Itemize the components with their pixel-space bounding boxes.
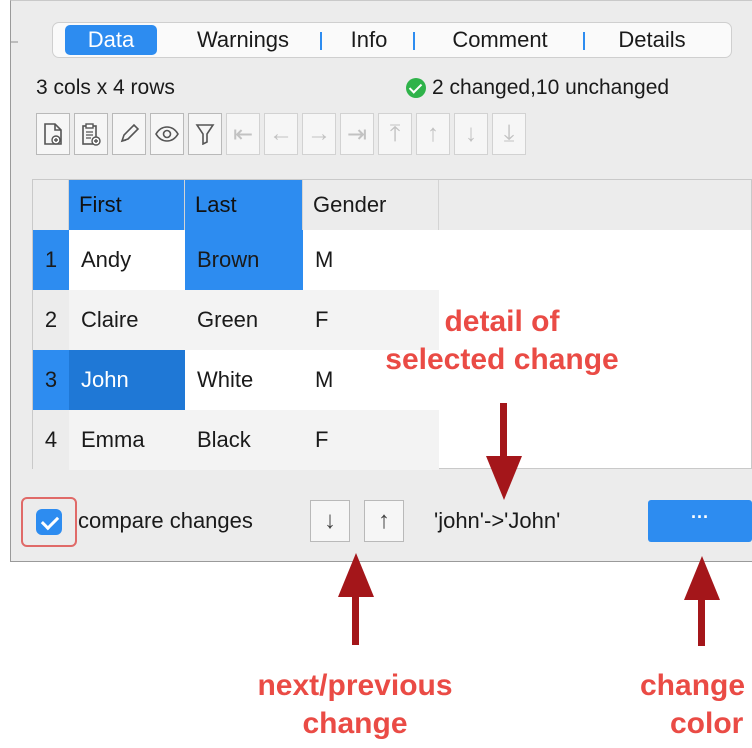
annotation-arrowhead	[684, 556, 720, 600]
change-detail: 'john'->'John'	[434, 508, 561, 533]
arrow-up-icon: ↑	[378, 507, 390, 534]
move-to-top-icon[interactable]: ⤒	[378, 113, 412, 155]
column-header-gender[interactable]: Gender	[303, 180, 439, 230]
arrow-down-icon: ↓	[324, 507, 336, 534]
row-number[interactable]: 2	[33, 290, 69, 350]
table-cell[interactable]: Green	[185, 290, 303, 350]
move-down-icon[interactable]: ↓	[454, 113, 488, 155]
move-left-icon[interactable]: ←	[264, 113, 298, 155]
compare-changes-label[interactable]: compare changes	[78, 508, 253, 534]
tab-details[interactable]: Details	[597, 25, 707, 55]
row-number[interactable]: 1	[33, 230, 69, 290]
annotation-arrowhead	[338, 553, 374, 597]
annotation-text: detail of	[444, 305, 560, 338]
new-document-icon[interactable]	[36, 113, 70, 155]
previous-change-button[interactable]: ↑	[364, 500, 404, 542]
move-to-last-column-icon[interactable]: ⇥	[340, 113, 374, 155]
annotation-text: color	[670, 707, 744, 740]
selected-changed-cell[interactable]: John	[69, 350, 185, 410]
column-header-first[interactable]: First	[69, 180, 185, 230]
move-to-first-column-icon[interactable]: ⇤	[226, 113, 260, 155]
tab-separator	[413, 32, 415, 50]
annotation-text: change	[302, 707, 408, 740]
annotation-arrowhead	[486, 456, 522, 500]
corner-header[interactable]	[33, 180, 69, 230]
table-cell[interactable]: White	[185, 350, 303, 410]
change-color-button[interactable]: ···	[648, 500, 752, 542]
row-number[interactable]: 4	[33, 410, 69, 470]
filter-icon[interactable]	[188, 113, 222, 155]
annotation-next-previous: next/previous change	[235, 667, 475, 743]
annotation-arrow	[698, 598, 705, 646]
annotation-text: selected change	[385, 343, 619, 376]
tab-bar: Data Warnings Info Comment Details	[52, 22, 732, 58]
tab-separator	[583, 32, 585, 50]
table-cell[interactable]: Black	[185, 410, 303, 470]
table-cell[interactable]: Emma	[69, 410, 185, 470]
move-up-icon[interactable]: ↑	[416, 113, 450, 155]
tab-info[interactable]: Info	[333, 25, 405, 55]
annotation-change-color: change color	[640, 667, 752, 743]
header-filler	[439, 180, 751, 230]
annotation-text: change	[640, 669, 746, 702]
eye-icon[interactable]	[150, 113, 184, 155]
pencil-icon[interactable]	[112, 113, 146, 155]
tab-separator	[320, 32, 322, 50]
table-cell[interactable]: Andy	[69, 230, 185, 290]
annotation-detail: detail of selected change	[382, 303, 622, 379]
next-change-button[interactable]: ↓	[310, 500, 350, 542]
change-summary: 2 changed,10 unchanged	[432, 76, 670, 99]
tab-comment[interactable]: Comment	[425, 25, 575, 55]
move-to-bottom-icon[interactable]: ⤓	[492, 113, 526, 155]
check-circle-icon	[406, 78, 426, 98]
tab-warnings[interactable]: Warnings	[173, 25, 313, 55]
resize-grip[interactable]	[11, 41, 18, 43]
dimensions-label: 3 cols x 4 rows	[36, 76, 175, 99]
annotation-arrow	[500, 403, 507, 463]
annotation-arrow	[352, 595, 359, 645]
paste-document-icon[interactable]	[74, 113, 108, 155]
compare-changes-checkbox[interactable]	[36, 509, 62, 535]
changed-cell[interactable]: Brown	[185, 230, 303, 290]
column-header-last[interactable]: Last	[185, 180, 303, 230]
tab-data[interactable]: Data	[65, 25, 157, 55]
table-cell[interactable]: M	[303, 230, 439, 290]
row-number[interactable]: 3	[33, 350, 69, 410]
table-cell[interactable]: Claire	[69, 290, 185, 350]
annotation-text: next/previous	[257, 669, 453, 702]
table-cell[interactable]: F	[303, 410, 439, 470]
move-right-icon[interactable]: →	[302, 113, 336, 155]
